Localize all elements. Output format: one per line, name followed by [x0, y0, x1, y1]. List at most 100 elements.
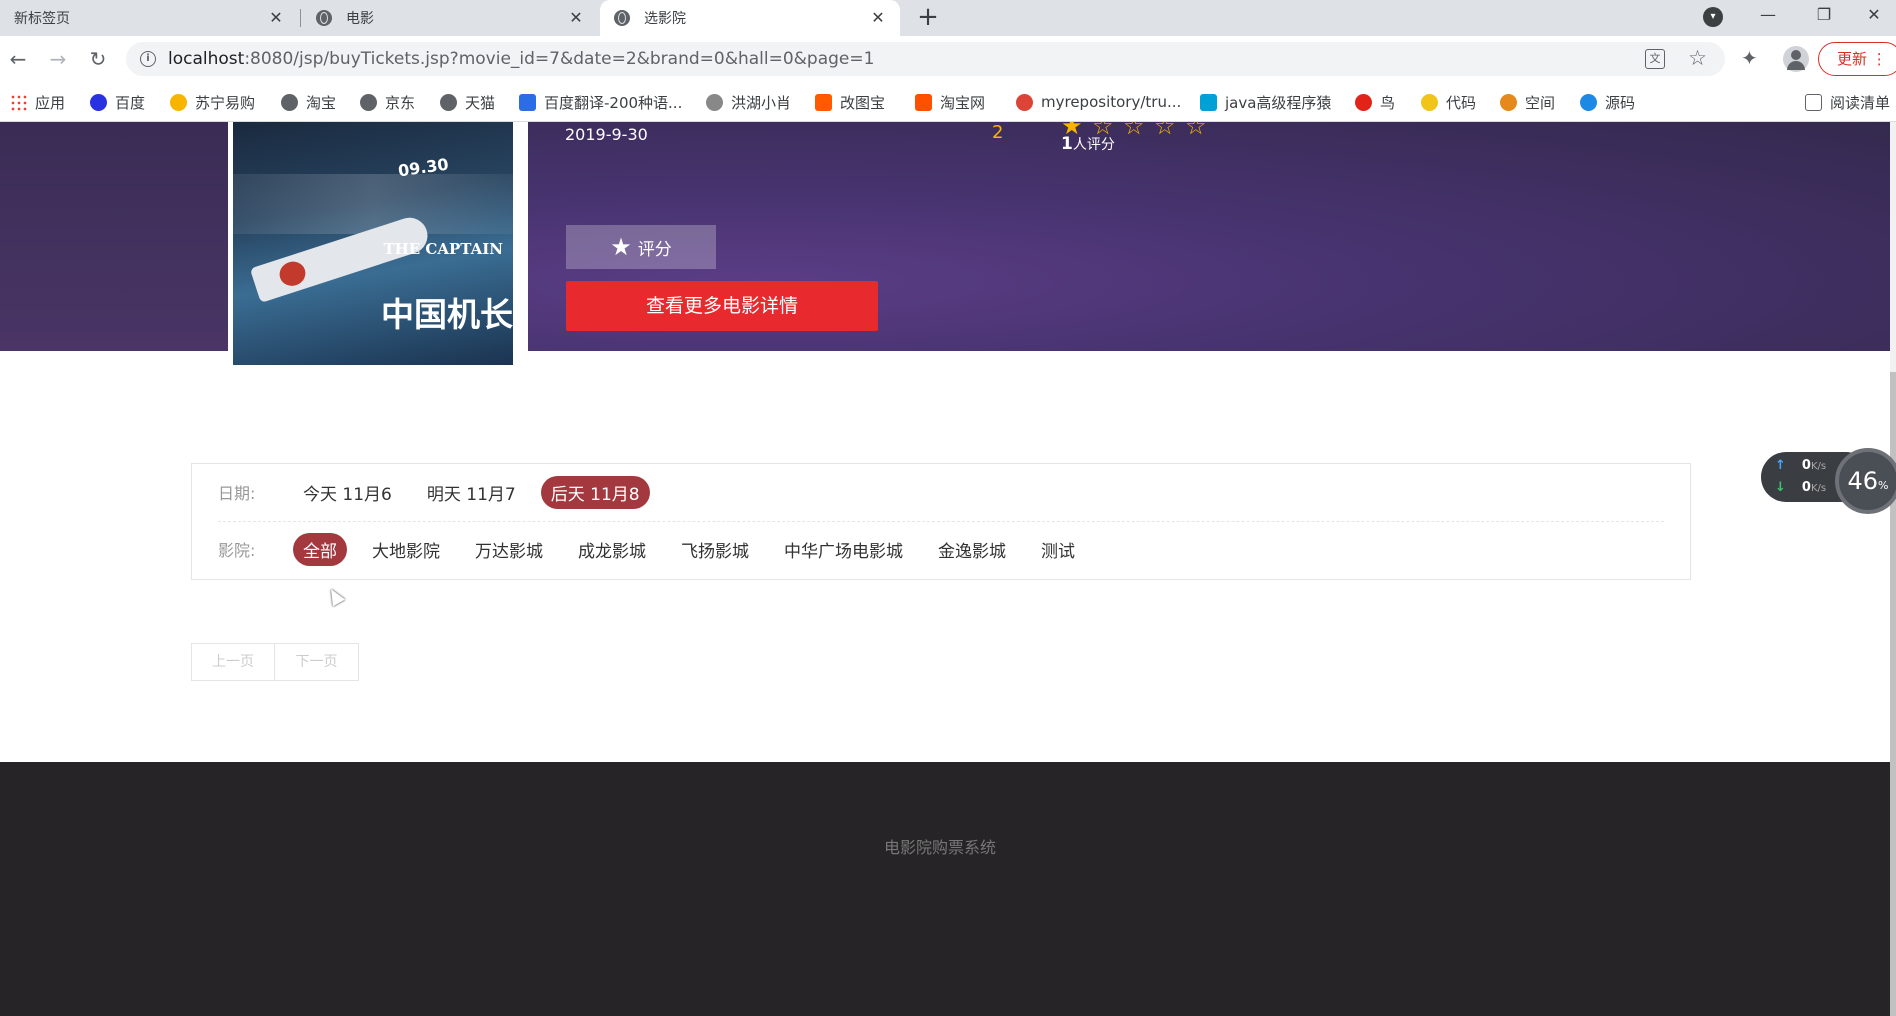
tab-new-tab[interactable]: 新标签页 ✕ [0, 0, 298, 36]
globe-icon [360, 93, 377, 111]
cinema-option[interactable]: 万达影城 [465, 533, 553, 566]
baidu-paw-icon [90, 93, 107, 111]
bookmark-item[interactable]: 鸟 [1355, 82, 1395, 122]
bookmark-item[interactable]: 空间 [1500, 82, 1555, 122]
close-icon[interactable]: ✕ [870, 10, 886, 26]
reload-icon[interactable]: ↻ [85, 46, 111, 72]
prev-page-button[interactable]: 上一页 [191, 643, 275, 681]
bookmark-star-icon[interactable]: ☆ [1688, 46, 1707, 70]
update-button[interactable]: 更新 ⋮ [1818, 42, 1896, 76]
bookmark-item[interactable]: myrepository/tru... [1016, 82, 1181, 122]
bookmark-item[interactable]: 洪湖小肖 [706, 82, 791, 122]
bookmark-label: 源码 [1605, 93, 1636, 112]
date-option-day-after[interactable]: 后天 11月8 [540, 475, 650, 509]
poster-cast-strip [233, 174, 513, 234]
bird-icon [1355, 93, 1372, 111]
url-host: localhost [168, 49, 245, 69]
close-icon[interactable]: ✕ [268, 10, 284, 26]
minimize-icon[interactable]: — [1743, 0, 1793, 30]
page-scrollbar[interactable] [1890, 122, 1896, 1016]
mouse-cursor-icon [324, 585, 346, 607]
rate-button[interactable]: ★ 评分 [566, 225, 716, 269]
new-tab-plus-icon[interactable]: + [913, 3, 943, 33]
translate-icon [519, 93, 536, 111]
restore-icon[interactable]: ❐ [1799, 0, 1849, 30]
bookmark-item[interactable]: 应用 [10, 82, 65, 122]
page-viewport: 09.30 THE CAPTAIN 中国机长 2019-9-30 2 ★ ☆ ☆… [0, 122, 1896, 1016]
cinema-option[interactable]: 金逸影城 [928, 533, 1016, 566]
next-page-button[interactable]: 下一页 [275, 643, 359, 681]
globe-icon [614, 10, 630, 26]
cinema-option[interactable]: 中华广场电影城 [774, 533, 913, 566]
tab-search-chevron-icon[interactable]: ▾ [1703, 7, 1723, 27]
cinema-option[interactable]: 成龙影城 [568, 533, 656, 566]
close-icon[interactable]: ✕ [568, 10, 584, 26]
bookmark-label: 应用 [35, 93, 66, 112]
cinema-filter-row: 影院: 全部 大地影院 万达影城 成龙影城 飞扬影城 中华广场电影城 金逸影城 … [218, 532, 1100, 566]
upload-value: 0 [1801, 458, 1811, 473]
bilibili-icon [1200, 93, 1217, 111]
translate-icon[interactable]: 文 [1645, 49, 1665, 69]
bookmark-label: 改图宝 [840, 93, 886, 112]
tab-title: 选影院 [644, 11, 686, 27]
bookmark-item[interactable]: 源码 [1580, 82, 1635, 122]
download-arrow-icon: ↓ [1775, 480, 1786, 495]
upload-unit: K/s [1810, 461, 1827, 472]
address-bar[interactable]: i localhost:8080/jsp/buyTickets.jsp?movi… [126, 42, 1725, 76]
cinema-option-all[interactable]: 全部 [293, 532, 347, 566]
taobao-icon [915, 93, 932, 111]
bookmark-label: 鸟 [1380, 93, 1396, 112]
reading-list[interactable]: 阅读清单 [1805, 82, 1890, 122]
star-empty-icon[interactable]: ☆ [1185, 122, 1216, 140]
back-arrow-icon[interactable]: ← [5, 46, 31, 72]
gaitubao-icon [815, 93, 832, 111]
extensions-puzzle-icon[interactable]: ✦ [1741, 46, 1758, 70]
bookmark-label: java高级程序猿 [1225, 93, 1332, 112]
url-text[interactable]: localhost:8080/jsp/buyTickets.jsp?movie_… [168, 49, 874, 69]
net-speed-widget[interactable]: ↑ 0K/s ↓ 0K/s 46% [1761, 448, 1896, 516]
cinema-option[interactable]: 飞扬影城 [671, 533, 759, 566]
upload-speed: ↑ 0K/s [1775, 458, 1826, 473]
date-option-tomorrow[interactable]: 明天 11月7 [417, 476, 526, 509]
bookmark-item[interactable]: 淘宝网 [915, 82, 985, 122]
bookmark-item[interactable]: 改图宝 [815, 82, 885, 122]
cinema-label: 影院: [218, 541, 256, 560]
star-empty-icon[interactable]: ☆ [1154, 122, 1185, 140]
cinema-option[interactable]: 大地影院 [362, 533, 450, 566]
more-details-button[interactable]: 查看更多电影详情 [566, 281, 878, 331]
tab-movie[interactable]: 电影 ✕ [302, 0, 598, 36]
bookmark-label: 淘宝 [306, 93, 337, 112]
bookmark-item[interactable]: 代码 [1421, 82, 1476, 122]
star-empty-icon[interactable]: ☆ [1123, 122, 1154, 140]
release-date: 2019-9-30 [565, 125, 648, 144]
bookmark-label: 百度 [115, 93, 146, 112]
download-speed: ↓ 0K/s [1775, 480, 1826, 495]
bookmark-item[interactable]: java高级程序猿 [1200, 82, 1331, 122]
window-close-icon[interactable]: ✕ [1849, 0, 1896, 30]
bookmark-label: 代码 [1446, 93, 1477, 112]
site-info-icon[interactable]: i [140, 51, 156, 67]
date-option-today[interactable]: 今天 11月6 [293, 476, 402, 509]
bookmark-item[interactable]: 百度 [90, 82, 145, 122]
bookmark-label: 淘宝网 [940, 93, 986, 112]
globe-icon [281, 93, 298, 111]
chrome-icon [1016, 93, 1033, 111]
upload-arrow-icon: ↑ [1775, 458, 1786, 473]
bookmark-label: 天猫 [465, 93, 496, 112]
apps-grid-icon [10, 93, 27, 111]
profile-avatar-icon[interactable] [1783, 46, 1809, 72]
bookmark-item[interactable]: 苏宁易购 [170, 82, 255, 122]
usage-gauge: 46% [1835, 448, 1896, 514]
bookmark-item[interactable]: 天猫 [440, 82, 495, 122]
bookmark-item[interactable]: 京东 [360, 82, 415, 122]
forward-arrow-icon[interactable]: → [45, 46, 71, 72]
site-footer: 电影院购票系统 [0, 762, 1890, 1016]
bookmark-item[interactable]: 淘宝 [281, 82, 336, 122]
tab-select-cinema[interactable]: 选影院 ✕ [600, 0, 900, 36]
bookmark-item[interactable]: 百度翻译-200种语... [519, 82, 682, 122]
date-label: 日期: [218, 484, 256, 503]
globe-icon [440, 93, 457, 111]
cinema-option[interactable]: 测试 [1031, 533, 1085, 566]
star-icon: ★ [610, 233, 632, 261]
bookmark-label: 苏宁易购 [195, 93, 256, 112]
